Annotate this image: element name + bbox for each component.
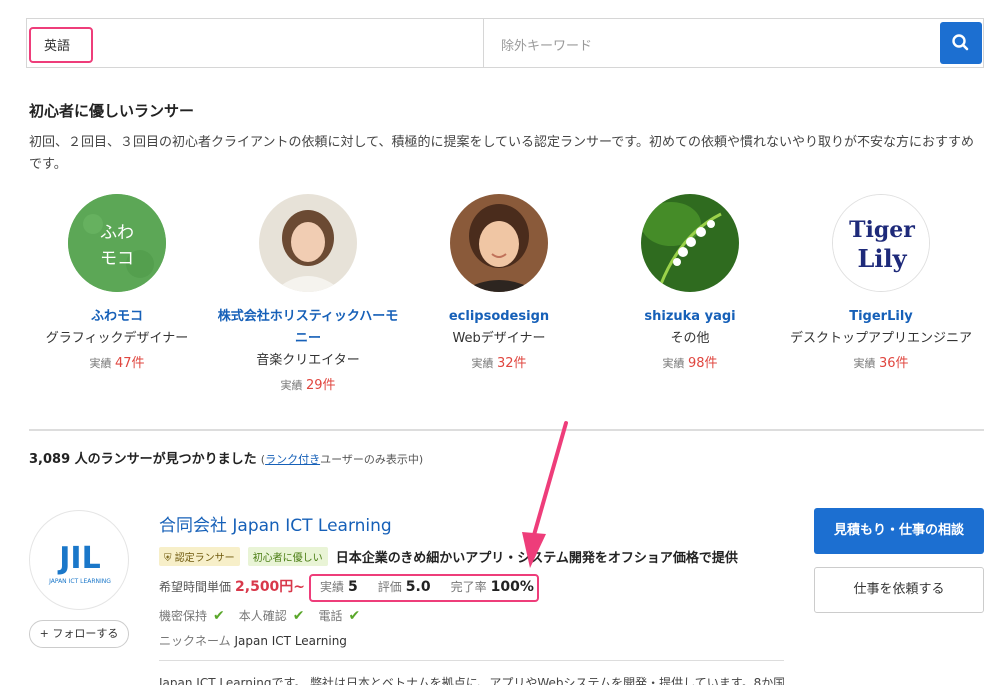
logo-subtext: JAPAN ICT LEARNING bbox=[48, 578, 111, 585]
beginner-section-description: 初回、２回目、３回目の初心者クライアントの依頼に対して、積極的に提案をしている認… bbox=[29, 135, 974, 172]
search-button[interactable] bbox=[940, 22, 982, 64]
record-count: 47件 bbox=[114, 356, 145, 371]
section-divider bbox=[29, 429, 984, 431]
company-logo[interactable]: JIL JAPAN ICT LEARNING bbox=[29, 510, 129, 610]
results-note: (ランク付きユーザーのみ表示中) bbox=[261, 453, 423, 466]
record-label: 実績 bbox=[89, 357, 112, 370]
avatar[interactable] bbox=[259, 194, 357, 292]
results-note-rest: ユーザーのみ表示中) bbox=[320, 453, 424, 466]
lancer-job: Webデザイナー bbox=[452, 331, 546, 346]
avatar-text-line2: モコ bbox=[100, 249, 134, 269]
price-row: 希望時間単価 2,500円~ bbox=[159, 576, 305, 596]
avatar-image bbox=[450, 194, 548, 292]
results-count-suffix: 人のランサーが見つかりました bbox=[70, 452, 257, 467]
record-label: 実績 bbox=[471, 357, 494, 370]
lancer-job: その他 bbox=[670, 331, 710, 346]
lancer-job: 音楽クリエイター bbox=[256, 353, 360, 368]
avatar[interactable] bbox=[450, 194, 548, 292]
avatar-text-line1: ふわ bbox=[100, 223, 134, 243]
certified-badge-label: 認定ランサー bbox=[174, 553, 235, 564]
record-label: 実績 bbox=[280, 379, 303, 392]
record-count: 98件 bbox=[687, 356, 718, 371]
stat-value: 5 bbox=[348, 579, 358, 595]
check-icon: ✔ bbox=[348, 607, 361, 624]
logo-text: JIL bbox=[57, 541, 100, 576]
search-divider bbox=[483, 19, 484, 67]
lancer-job: グラフィックデザイナー bbox=[45, 331, 189, 346]
stat-label: 完了率 bbox=[450, 580, 487, 594]
record-label: 実績 bbox=[853, 357, 876, 370]
exclude-keyword-input[interactable]: 除外キーワード bbox=[501, 35, 592, 54]
nickname-label: ニックネーム bbox=[159, 634, 231, 648]
avatar[interactable]: ふわ モコ bbox=[68, 194, 166, 292]
lancer-name[interactable]: ふわモコ bbox=[25, 306, 209, 328]
company-logo-image: JIL JAPAN ICT LEARNING bbox=[48, 541, 111, 585]
record-count: 32件 bbox=[496, 356, 527, 371]
result-catchphrase: 日本企業のきめ細かいアプリ・システム開発をオフショア価格で提供 bbox=[335, 551, 738, 566]
stat-label: 実績 bbox=[320, 580, 345, 594]
keyword-value: 英語 bbox=[44, 39, 71, 54]
stat-value: 5.0 bbox=[405, 579, 431, 595]
avatar-image bbox=[641, 194, 739, 292]
result-description: Japan ICT Learningです。 弊社は日本とベトナムを拠点に、アプリ… bbox=[159, 676, 784, 685]
lancer-name[interactable]: eclipsodesign bbox=[407, 306, 591, 328]
avatar-text-line2: Lily bbox=[857, 244, 907, 273]
lancer-record: 実績 36件 bbox=[789, 353, 973, 375]
lancer-card[interactable]: 株式会社ホリスティックハーモニー 音楽クリエイター 実績 29件 bbox=[216, 194, 400, 397]
search-bar: 英語 除外キーワード bbox=[26, 18, 984, 68]
stat-label: 評価 bbox=[377, 580, 402, 594]
lancer-record: 実績 32件 bbox=[407, 353, 591, 375]
lancer-record: 実績 29件 bbox=[216, 375, 400, 397]
avatar[interactable]: Tiger Lily bbox=[832, 194, 930, 292]
avatar-image bbox=[259, 194, 357, 292]
search-icon bbox=[952, 34, 969, 51]
keyword-input[interactable]: 英語 bbox=[27, 19, 483, 67]
lancer-name[interactable]: shizuka yagi bbox=[598, 306, 782, 328]
beginner-friendly-badge: 初心者に優しい bbox=[247, 547, 328, 566]
lancer-record: 実績 98件 bbox=[598, 353, 782, 375]
consult-button[interactable]: 見積もり・仕事の相談 bbox=[814, 508, 984, 554]
result-company-name[interactable]: 合同会社 Japan ICT Learning bbox=[159, 511, 392, 536]
shield-icon: ⛨ bbox=[164, 553, 172, 564]
avatar-text-line1: Tiger bbox=[849, 217, 915, 243]
check-label: 機密保持 bbox=[159, 609, 208, 623]
rank-link[interactable]: ランク付き bbox=[265, 453, 320, 466]
avatar[interactable] bbox=[641, 194, 739, 292]
results-count: 3,089 人のランサーが見つかりました (ランク付きユーザーのみ表示中) bbox=[29, 448, 423, 467]
lancer-name[interactable]: TigerLily bbox=[789, 306, 973, 328]
nickname-value: Japan ICT Learning bbox=[234, 634, 347, 648]
lancer-card[interactable]: ふわ モコ ふわモコ グラフィックデザイナー 実績 47件 bbox=[25, 194, 209, 375]
check-label: 電話 bbox=[318, 609, 343, 623]
lancer-card[interactable]: Tiger Lily TigerLily デスクトップアプリエンジニア 実績 3… bbox=[789, 194, 973, 375]
record-count: 29件 bbox=[305, 378, 336, 393]
request-job-button[interactable]: 仕事を依頼する bbox=[814, 567, 984, 613]
lancer-name[interactable]: 株式会社ホリスティックハーモニー bbox=[216, 306, 400, 350]
avatar-image: Tiger Lily bbox=[833, 195, 929, 291]
beginner-section-title: 初心者に優しいランサー bbox=[29, 102, 195, 120]
lancer-card[interactable]: shizuka yagi その他 実績 98件 bbox=[598, 194, 782, 375]
nickname-row: ニックネーム Japan ICT Learning bbox=[159, 632, 347, 649]
avatar-image: ふわ モコ bbox=[68, 194, 166, 292]
lancer-card[interactable]: eclipsodesign Webデザイナー 実績 32件 bbox=[407, 194, 591, 375]
stat-value: 100% bbox=[490, 579, 534, 595]
verification-checks: 機密保持 ✔ 本人確認 ✔ 電話 ✔ bbox=[159, 607, 374, 624]
lancer-job: デスクトップアプリエンジニア bbox=[789, 331, 972, 346]
lancer-record: 実績 47件 bbox=[25, 353, 209, 375]
record-count: 36件 bbox=[878, 356, 909, 371]
results-count-number: 3,089 bbox=[29, 452, 71, 467]
result-badges: ⛨ 認定ランサー 初心者に優しい 日本企業のきめ細かいアプリ・システム開発をオフ… bbox=[159, 547, 738, 566]
record-label: 実績 bbox=[662, 357, 685, 370]
check-icon: ✔ bbox=[213, 607, 225, 624]
certified-badge: ⛨ 認定ランサー bbox=[159, 547, 240, 566]
result-divider bbox=[159, 660, 784, 661]
check-icon: ✔ bbox=[292, 607, 305, 624]
price-label: 希望時間単価 bbox=[159, 579, 232, 594]
price-value: 2,500円~ bbox=[235, 579, 306, 595]
check-label: 本人確認 bbox=[238, 609, 287, 623]
result-stats: 実績 5 評価 5.0 完了率 100% bbox=[320, 578, 554, 595]
follow-button[interactable]: + フォローする bbox=[29, 620, 129, 648]
